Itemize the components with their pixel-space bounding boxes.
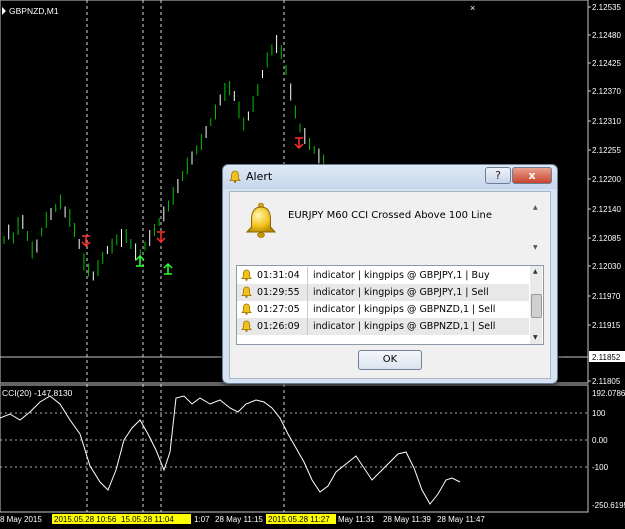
price-label: 2.11805 [592,377,621,386]
list-item-text: indicator | kingpips @ GBPNZD,1 | Sell [313,304,496,315]
column-divider [307,318,308,335]
time-label: 28 May 11:15 [215,515,263,524]
price-label: 2.12310 [592,117,621,126]
scroll-up-icon[interactable]: ▲ [533,204,538,211]
alert-dialog[interactable]: Alert ? x EURJPY M60 CCI Crossed Above 1… [222,164,558,384]
indicator-scale-100: 100 [592,409,606,418]
scroll-down-icon[interactable]: ▼ [533,244,538,251]
help-icon: ? [495,169,501,182]
close-button[interactable]: x [512,167,552,184]
indicator-scale-min: -250.6195 [592,501,625,510]
price-label: 2.12140 [592,205,621,214]
list-item-time: 01:27:05 [257,304,300,315]
bell-icon [241,286,252,298]
bell-icon [241,269,252,281]
ok-button[interactable]: OK [358,350,422,370]
list-item[interactable]: 01:31:04 indicator | kingpips @ GBPJPY,1… [237,267,529,284]
help-button[interactable]: ? [485,167,511,184]
message-scrollbar[interactable]: ▲ ▼ [530,198,542,256]
time-label: May 11:31 [338,515,375,524]
time-label-highlight: 2015.05.28 10:56 [54,515,117,524]
column-divider [307,301,308,318]
cci-line [0,395,461,505]
price-label: 2.11915 [592,321,621,330]
list-item-text: indicator | kingpips @ GBPNZD,1 | Sell [313,321,496,332]
close-icon: x [528,169,536,182]
time-label-highlight: 15.05.28 11:04 [121,515,174,524]
price-scale: 2.12535 2.12480 2.12425 2.12370 2.12310 2.122… [588,3,621,386]
indicator-scale: 192.0786 100 0.00 -100 -250.6195 [592,389,625,510]
time-label: 28 May 11:47 [437,515,485,524]
list-item-time: 01:29:55 [257,287,300,298]
price-label: 2.12030 [592,262,621,271]
indicator-panel-border [0,384,589,513]
price-label: 2.12425 [592,59,621,68]
indicator-scale-0: 0.00 [592,436,608,445]
alert-message: EURJPY M60 CCI Crossed Above 100 Line [288,210,493,221]
sell-arrow-icon [156,231,166,244]
scroll-thumb[interactable] [531,294,542,318]
chart-close-icon[interactable]: × [470,3,475,13]
list-item[interactable]: 01:26:09 indicator | kingpips @ GBPNZD,1… [237,318,529,335]
message-area: EURJPY M60 CCI Crossed Above 100 Line ▲ … [236,198,542,256]
time-label-highlight: 2015.05.28 11:27 [268,515,330,524]
column-divider [307,267,308,284]
sell-arrow-icon [294,137,304,150]
time-label: 1:07 [194,515,210,524]
alert-content: EURJPY M60 CCI Crossed Above 100 Line ▲ … [229,191,551,379]
current-price-label: 2.11852 [592,353,621,362]
price-label: 2.12535 [592,3,621,12]
indicator-scale-minus100: -100 [592,463,609,472]
time-label: 8 May 2015 [0,515,42,524]
time-axis: 8 May 2015 2015.05.28 10:56 15.05.28 11:… [0,514,485,524]
list-item[interactable]: 01:27:05 indicator | kingpips @ GBPNZD,1… [237,301,529,318]
list-item-text: indicator | kingpips @ GBPJPY,1 | Buy [313,270,490,281]
bell-icon [229,170,241,183]
price-label: 2.12085 [592,234,621,243]
price-label: 2.12370 [592,87,621,96]
time-label: 28 May 11:39 [383,515,431,524]
price-label: 2.12200 [592,175,621,184]
price-label: 2.12255 [592,146,621,155]
list-item-time: 01:26:09 [257,321,300,332]
buy-arrow-icon [163,262,173,275]
list-item-time: 01:31:04 [257,270,300,281]
bell-icon [241,320,252,332]
bell-icon [241,303,252,315]
list-scrollbar[interactable]: ▲ ▼ [530,266,542,344]
indicator-label: CCI(20) -147.8130 [2,388,73,398]
price-label: 2.11970 [592,292,621,301]
list-item-text: indicator | kingpips @ GBPJPY,1 | Sell [313,287,489,298]
price-label: 2.12480 [592,31,621,40]
indicator-scale-max: 192.0786 [592,389,625,398]
alert-title: Alert [246,170,273,183]
scroll-up-icon[interactable]: ▲ [533,268,538,275]
list-item[interactable]: 01:29:55 indicator | kingpips @ GBPJPY,1… [237,284,529,301]
alert-titlebar[interactable]: Alert ? x [223,165,557,189]
sell-arrow-icon [81,235,91,248]
bell-icon [245,202,277,238]
column-divider [307,284,308,301]
symbol-marker-icon [2,7,6,15]
symbol-label: GBPNZD,M1 [9,6,59,16]
alert-history-list[interactable]: 01:31:04 indicator | kingpips @ GBPJPY,1… [236,265,544,345]
scroll-down-icon[interactable]: ▼ [533,334,538,341]
